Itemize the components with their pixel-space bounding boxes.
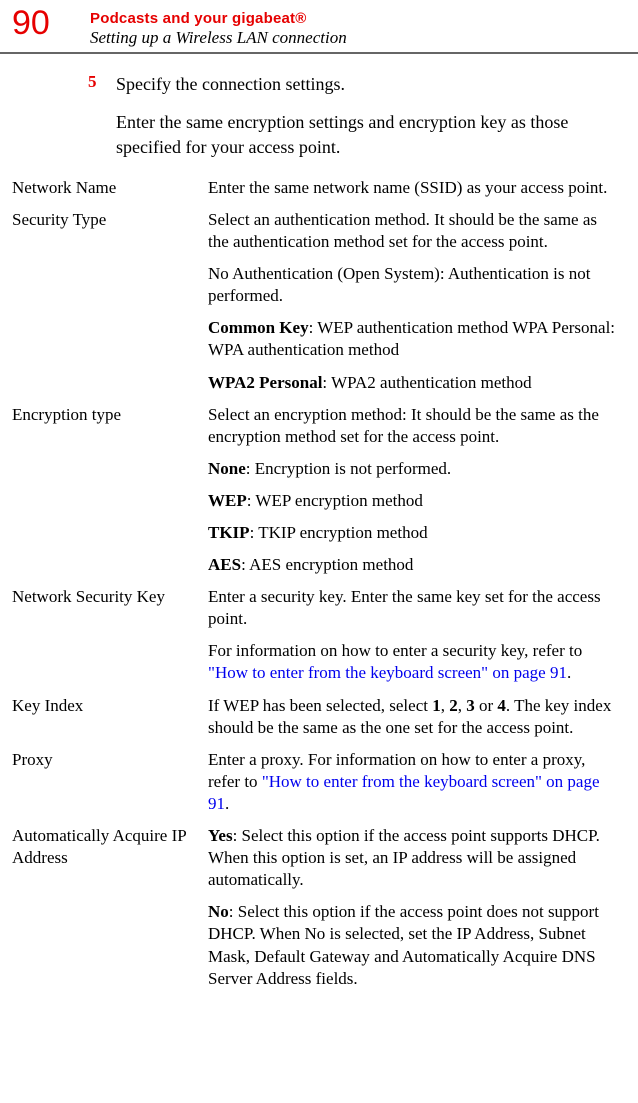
header-titles: Podcasts and your gigabeat® Setting up a… bbox=[90, 6, 347, 48]
text-bold: Common Key bbox=[208, 318, 309, 337]
text-part: , bbox=[441, 696, 450, 715]
page-header: 90 Podcasts and your gigabeat® Setting u… bbox=[0, 0, 638, 54]
setting-label: Proxy bbox=[8, 749, 208, 815]
setting-text: WPA2 Personal: WPA2 authentication metho… bbox=[208, 372, 620, 394]
text-bold: WPA2 Personal bbox=[208, 373, 322, 392]
setting-text: Common Key: WEP authentication method WP… bbox=[208, 317, 620, 361]
setting-encryption-type: Encryption type Select an encryption met… bbox=[8, 404, 630, 577]
setting-content: If WEP has been selected, select 1, 2, 3… bbox=[208, 695, 630, 739]
text-part: : Select this option if the access point… bbox=[208, 826, 600, 889]
setting-label: Encryption type bbox=[8, 404, 208, 577]
text-part: . bbox=[567, 663, 571, 682]
text-bold: TKIP bbox=[208, 523, 250, 542]
text-part: : WEP encryption method bbox=[247, 491, 423, 510]
setting-text: TKIP: TKIP encryption method bbox=[208, 522, 620, 544]
text-bold: Yes bbox=[208, 826, 233, 845]
step-row: 5 Specify the connection settings. bbox=[0, 54, 638, 96]
step-paragraph: Enter the same encryption settings and e… bbox=[0, 96, 638, 159]
setting-text: Enter the same network name (SSID) as yo… bbox=[208, 177, 620, 199]
setting-content: Enter a proxy. For information on how to… bbox=[208, 749, 630, 815]
setting-content: Enter a security key. Enter the same key… bbox=[208, 586, 630, 684]
setting-key-index: Key Index If WEP has been selected, sele… bbox=[8, 695, 630, 739]
text-part: , bbox=[458, 696, 467, 715]
header-title: Podcasts and your gigabeat® bbox=[90, 10, 347, 27]
settings-table: Network Name Enter the same network name… bbox=[0, 177, 638, 990]
text-part: : WPA2 authentication method bbox=[322, 373, 531, 392]
text-bold: 2 bbox=[449, 696, 458, 715]
text-bold: None bbox=[208, 459, 246, 478]
text-part: or bbox=[475, 696, 498, 715]
setting-content: Select an encryption method: It should b… bbox=[208, 404, 630, 577]
setting-text: Enter a proxy. For information on how to… bbox=[208, 749, 620, 815]
setting-label: Network Security Key bbox=[8, 586, 208, 684]
setting-network-name: Network Name Enter the same network name… bbox=[8, 177, 630, 199]
setting-text: None: Encryption is not performed. bbox=[208, 458, 620, 480]
setting-label: Key Index bbox=[8, 695, 208, 739]
text-part: : TKIP encryption method bbox=[250, 523, 428, 542]
setting-proxy: Proxy Enter a proxy. For information on … bbox=[8, 749, 630, 815]
setting-text: Select an encryption method: It should b… bbox=[208, 404, 620, 448]
step-number: 5 bbox=[88, 72, 116, 96]
setting-content: Enter the same network name (SSID) as yo… bbox=[208, 177, 630, 199]
text-part: No Authentication (Open System) bbox=[208, 264, 440, 283]
text-bold: 4 bbox=[497, 696, 506, 715]
cross-reference-link[interactable]: "How to enter from the keyboard screen" … bbox=[208, 663, 567, 682]
text-part: : Encryption is not performed. bbox=[246, 459, 451, 478]
text-bold: No bbox=[208, 902, 229, 921]
step-text: Specify the connection settings. bbox=[116, 72, 345, 96]
setting-security-key: Network Security Key Enter a security ke… bbox=[8, 586, 630, 684]
cross-reference-link[interactable]: "How to enter from the keyboard screen" … bbox=[208, 772, 600, 813]
setting-text: Enter a security key. Enter the same key… bbox=[208, 586, 620, 630]
setting-security-type: Security Type Select an authentication m… bbox=[8, 209, 630, 394]
setting-text: No Authentication (Open System): Authent… bbox=[208, 263, 620, 307]
text-bold: AES bbox=[208, 555, 241, 574]
text-part: If WEP has been selected, select bbox=[208, 696, 432, 715]
setting-label: Network Name bbox=[8, 177, 208, 199]
setting-content: Select an authentication method. It shou… bbox=[208, 209, 630, 394]
setting-content: Yes: Select this option if the access po… bbox=[208, 825, 630, 990]
setting-text: WEP: WEP encryption method bbox=[208, 490, 620, 512]
text-bold: 1 bbox=[432, 696, 441, 715]
setting-label: Security Type bbox=[8, 209, 208, 394]
setting-text: Yes: Select this option if the access po… bbox=[208, 825, 620, 891]
header-subtitle: Setting up a Wireless LAN connection bbox=[90, 28, 347, 48]
setting-text: Select an authentication method. It shou… bbox=[208, 209, 620, 253]
text-bold: 3 bbox=[466, 696, 475, 715]
setting-text: No: Select this option if the access poi… bbox=[208, 901, 620, 989]
setting-auto-ip: Automatically Acquire IP Address Yes: Se… bbox=[8, 825, 630, 990]
setting-label: Automatically Acquire IP Address bbox=[8, 825, 208, 990]
text-part: : Select this option if the access point… bbox=[208, 902, 599, 987]
text-part: For information on how to enter a securi… bbox=[208, 641, 582, 660]
setting-text: AES: AES encryption method bbox=[208, 554, 620, 576]
page-number: 90 bbox=[0, 6, 90, 40]
setting-text: For information on how to enter a securi… bbox=[208, 640, 620, 684]
text-part: . bbox=[225, 794, 229, 813]
text-bold: WEP bbox=[208, 491, 247, 510]
setting-text: If WEP has been selected, select 1, 2, 3… bbox=[208, 695, 620, 739]
text-part: : AES encryption method bbox=[241, 555, 413, 574]
